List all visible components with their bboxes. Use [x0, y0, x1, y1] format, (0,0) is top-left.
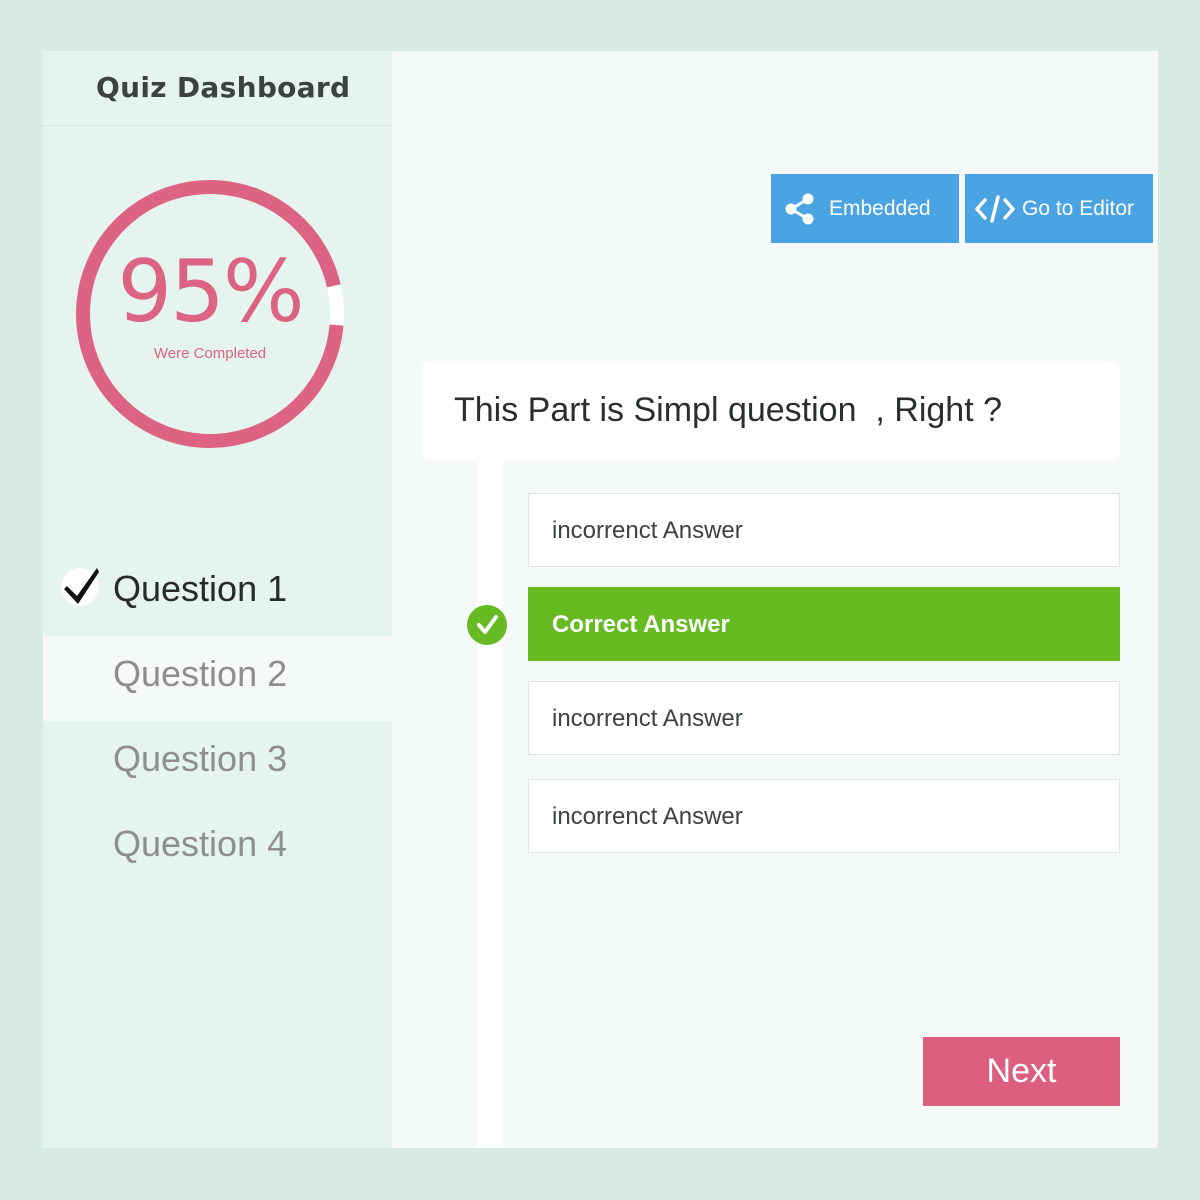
question-card: This Part is Simpl question , Right ? [422, 361, 1120, 461]
question-item-label: Question 2 [113, 653, 288, 694]
go-to-editor-button[interactable]: Go to Editor [965, 174, 1153, 243]
answer-label: Correct Answer [552, 611, 730, 638]
embedded-button[interactable]: Embedded [771, 174, 959, 243]
question-item-2[interactable]: Question 2 [43, 636, 392, 721]
correct-check-icon [467, 605, 507, 645]
question-list: Question 1 Question 2 Question 3 Questio… [43, 551, 392, 891]
next-button-label: Next [986, 1052, 1057, 1090]
answer-option-2[interactable]: Correct Answer [528, 587, 1120, 661]
answer-label: incorrenct Answer [552, 517, 743, 544]
progress-caption: Were Completed [153, 345, 267, 362]
app-title: Quiz Dashboard [96, 71, 351, 104]
code-icon [975, 195, 1015, 223]
question-item-1[interactable]: Question 1 [43, 551, 392, 636]
question-text: This Part is Simpl question , Right ? [454, 391, 1003, 429]
answer-timeline [477, 461, 503, 1148]
answer-label: incorrenct Answer [552, 705, 743, 732]
answer-option-1[interactable]: incorrenct Answer [528, 493, 1120, 567]
question-item-label: Question 1 [113, 568, 288, 609]
embedded-button-label: Embedded [829, 197, 931, 220]
question-item-3[interactable]: Question 3 [43, 721, 392, 806]
go-to-editor-button-label: Go to Editor [1022, 197, 1135, 220]
answer-option-3[interactable]: incorrenct Answer [528, 681, 1120, 755]
sidebar: Quiz Dashboard 95% Were Completed Questi… [43, 51, 392, 1148]
question-item-4[interactable]: Question 4 [43, 806, 392, 891]
sidebar-header: Quiz Dashboard [43, 51, 392, 126]
progress-ring: 95% Were Completed [75, 179, 345, 449]
question-item-label: Question 3 [113, 738, 288, 779]
quiz-app: Quiz Dashboard 95% Were Completed Questi… [43, 51, 1158, 1148]
answer-label: incorrenct Answer [552, 803, 743, 830]
progress-percent: 95% [117, 242, 304, 342]
next-button[interactable]: Next [923, 1037, 1120, 1106]
share-icon [785, 193, 814, 225]
answer-option-4[interactable]: incorrenct Answer [528, 779, 1120, 853]
question-item-label: Question 4 [113, 823, 288, 864]
checkmark-icon [61, 568, 99, 606]
